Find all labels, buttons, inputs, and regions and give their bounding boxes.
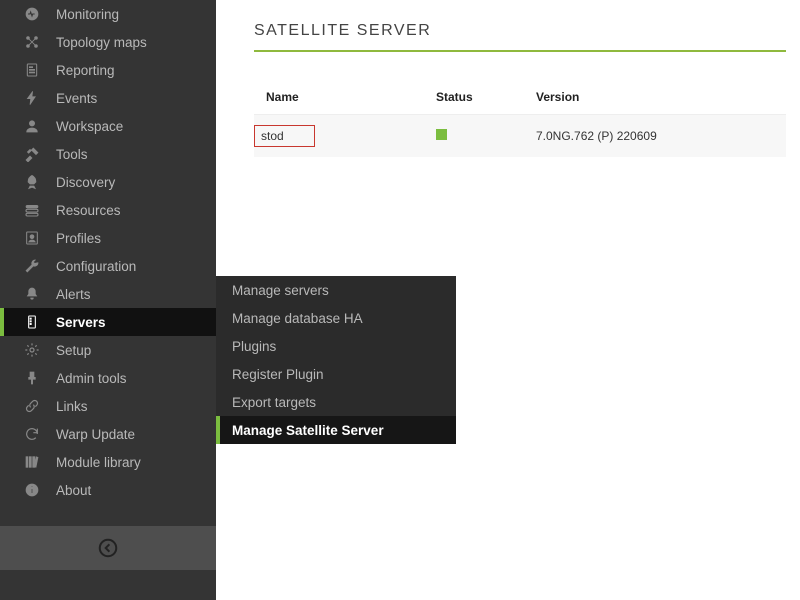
servers-submenu: Manage servers Manage database HA Plugins R… [216,276,456,444]
heartbeat-icon [22,6,42,22]
column-header-status[interactable]: Status [424,80,524,115]
link-icon [22,398,42,414]
bell-icon [22,286,42,302]
submenu-item-manage-servers[interactable]: Manage servers [216,276,456,304]
sidebar-item-setup[interactable]: Setup [0,336,216,364]
refresh-icon [22,426,42,442]
submenu-item-label: Manage database HA [232,311,363,326]
library-icon [22,454,42,470]
sidebar-item-label: Profiles [56,231,101,246]
column-header-name[interactable]: Name [254,80,424,115]
sidebar-item-label: Servers [56,315,106,330]
sidebar-item-warp-update[interactable]: Warp Update [0,420,216,448]
sidebar-item-label: Module library [56,455,141,470]
submenu-item-export-targets[interactable]: Export targets [216,388,456,416]
cell-version: 7.0NG.762 (P) 220609 [524,115,786,158]
sidebar-item-profiles[interactable]: Profiles [0,224,216,252]
cell-name: stod [254,115,424,158]
sidebar-item-resources[interactable]: Resources [0,196,216,224]
sidebar-item-label: Admin tools [56,371,127,386]
sidebar-item-label: Warp Update [56,427,135,442]
profile-icon [22,230,42,246]
sidebar-item-topology-maps[interactable]: Topology maps [0,28,216,56]
user-icon [22,118,42,134]
sidebar-item-label: Configuration [56,259,136,274]
sidebar-item-label: About [56,483,91,498]
submenu-item-plugins[interactable]: Plugins [216,332,456,360]
submenu-item-label: Plugins [232,339,276,354]
submenu-item-label: Register Plugin [232,367,324,382]
sidebar-item-events[interactable]: Events [0,84,216,112]
page-title: SATELLITE SERVER [254,22,786,52]
sidebar-item-links[interactable]: Links [0,392,216,420]
sidebar-item-reporting[interactable]: Reporting [0,56,216,84]
sidebar-item-label: Reporting [56,63,115,78]
submenu-item-label: Manage Satellite Server [232,423,384,438]
submenu-item-label: Export targets [232,395,316,410]
sidebar-item-tools[interactable]: Tools [0,140,216,168]
tools-icon [22,146,42,162]
sidebar-item-label: Discovery [56,175,115,190]
sidebar-item-admin-tools[interactable]: Admin tools [0,364,216,392]
sidebar-item-label: Events [56,91,97,106]
cell-status [424,115,524,158]
table-row: stod 7.0NG.762 (P) 220609 [254,115,786,158]
satellite-server-table: NameStatusVersion stod 7.0NG.762 (P) 2206… [254,80,786,157]
status-indicator-icon [436,129,447,140]
sidebar-item-label: Resources [56,203,121,218]
sidebar-item-configuration[interactable]: Configuration [0,252,216,280]
sidebar-item-about[interactable]: About [0,476,216,504]
sidebar-item-label: Topology maps [56,35,147,50]
submenu-item-register-plugin[interactable]: Register Plugin [216,360,456,388]
resources-icon [22,202,42,218]
sidebar-item-label: Tools [56,147,88,162]
bolt-icon [22,90,42,106]
sidebar-item-label: Setup [56,343,91,358]
report-icon [22,62,42,78]
wrench-icon [22,258,42,274]
submenu-item-manage-satellite-server[interactable]: Manage Satellite Server [216,416,456,444]
sidebar-item-label: Monitoring [56,7,119,22]
sidebar-collapse-button[interactable] [0,526,216,570]
server-icon [22,314,42,330]
sidebar: Monitoring Topology maps Reporting Events Wo… [0,0,216,600]
topology-icon [22,34,42,50]
chevron-left-circle-icon [97,537,119,559]
sidebar-item-label: Workspace [56,119,123,134]
submenu-item-label: Manage servers [232,283,329,298]
sidebar-item-module-library[interactable]: Module library [0,448,216,476]
submenu-item-manage-database-ha[interactable]: Manage database HA [216,304,456,332]
sidebar-item-servers[interactable]: Servers [0,308,216,336]
info-icon [22,482,42,498]
sidebar-item-alerts[interactable]: Alerts [0,280,216,308]
gear-icon [22,342,42,358]
sidebar-item-workspace[interactable]: Workspace [0,112,216,140]
sidebar-item-label: Alerts [56,287,91,302]
sidebar-item-label: Links [56,399,88,414]
sidebar-item-monitoring[interactable]: Monitoring [0,0,216,28]
admin-icon [22,370,42,386]
column-header-version[interactable]: Version [524,80,786,115]
sidebar-item-discovery[interactable]: Discovery [0,168,216,196]
rocket-icon [22,174,42,190]
server-name-link[interactable]: stod [254,125,315,147]
main-content: SATELLITE SERVER NameStatusVersion stod 7… [216,0,800,157]
